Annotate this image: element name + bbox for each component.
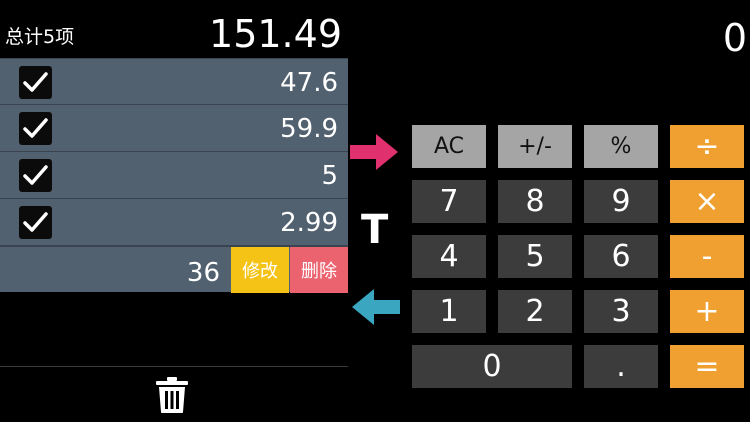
list-item-editing[interactable]: 36 修改 删除 — [0, 246, 348, 293]
list-item[interactable]: 2.99 — [0, 199, 348, 246]
digit-4-button[interactable]: 4 — [412, 235, 486, 278]
list-item[interactable]: 5 — [0, 152, 348, 199]
item-count-label: 总计5项 — [5, 26, 75, 48]
arrow-right-icon[interactable] — [350, 132, 400, 172]
divider — [0, 366, 348, 367]
ac-button[interactable]: AC — [412, 125, 486, 168]
calculator-display: 0 — [722, 16, 747, 60]
equals-button[interactable]: = — [670, 345, 744, 388]
decimal-button[interactable]: . — [584, 345, 658, 388]
plus-button[interactable]: + — [670, 290, 744, 333]
summary-header: 总计5项 151.49 — [0, 0, 348, 58]
list-item[interactable]: 47.6 — [0, 58, 348, 105]
checkbox[interactable] — [19, 159, 52, 192]
digit-6-button[interactable]: 6 — [584, 235, 658, 278]
digit-8-button[interactable]: 8 — [498, 180, 572, 223]
checkmark-icon — [23, 118, 48, 138]
arrow-left-icon[interactable] — [350, 287, 400, 327]
digit-1-button[interactable]: 1 — [412, 290, 486, 333]
digit-5-button[interactable]: 5 — [498, 235, 572, 278]
digit-7-button[interactable]: 7 — [412, 180, 486, 223]
checkmark-icon — [23, 72, 48, 92]
item-value: 2.99 — [280, 208, 338, 238]
digit-9-button[interactable]: 9 — [584, 180, 658, 223]
item-value: 59.9 — [280, 114, 338, 144]
checkbox[interactable] — [19, 66, 52, 99]
checkbox[interactable] — [19, 206, 52, 239]
total-amount: 151.49 — [209, 12, 342, 56]
item-value: 47.6 — [280, 68, 338, 98]
digit-2-button[interactable]: 2 — [498, 290, 572, 333]
checkmark-icon — [23, 165, 48, 185]
items-panel: 总计5项 151.49 47.6 59.9 5 2.99 36 修改 删除 — [0, 0, 348, 422]
input-marker: T — [361, 207, 389, 253]
sign-toggle-button[interactable]: +/- — [498, 125, 572, 168]
list-item[interactable]: 59.9 — [0, 105, 348, 152]
digit-3-button[interactable]: 3 — [584, 290, 658, 333]
minus-button[interactable]: - — [670, 235, 744, 278]
trash-icon[interactable] — [155, 376, 189, 414]
item-value: 5 — [321, 161, 338, 191]
percent-button[interactable]: % — [584, 125, 658, 168]
item-list: 47.6 59.9 5 2.99 36 修改 删除 — [0, 58, 348, 293]
multiply-button[interactable]: × — [670, 180, 744, 223]
checkbox[interactable] — [19, 112, 52, 145]
checkmark-icon — [23, 212, 48, 232]
item-value: 36 — [186, 258, 220, 288]
delete-button[interactable]: 删除 — [290, 247, 348, 293]
divide-button[interactable]: ÷ — [670, 125, 744, 168]
modify-button[interactable]: 修改 — [231, 247, 289, 293]
digit-0-button[interactable]: 0 — [412, 345, 572, 388]
